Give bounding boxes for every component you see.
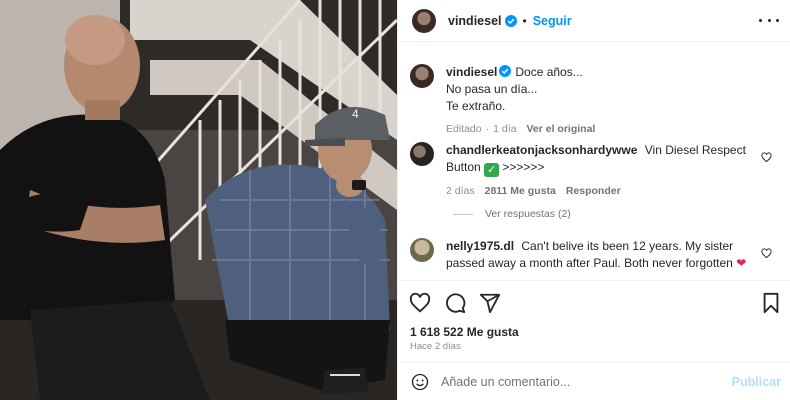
comment-heart-icon[interactable]	[761, 152, 772, 163]
comment-text-suffix: >>>>>>	[502, 160, 545, 174]
bookmark-icon[interactable]	[761, 292, 781, 314]
comment-username[interactable]: nelly1975.dl	[446, 239, 514, 253]
photo-illustration: 4	[0, 0, 397, 400]
likes-count[interactable]: 1 618 522 Me gusta	[410, 325, 519, 339]
post-side-panel: vindiesel • Seguir vindiesel Doce años...…	[397, 0, 790, 400]
verified-badge-icon	[499, 65, 512, 77]
avatar[interactable]	[410, 238, 434, 262]
reply-button[interactable]: Responder	[566, 185, 621, 197]
caption-line-3: Te extraño.	[446, 99, 506, 113]
instagram-post: 4 vindiesel • Seguir vindiesel Doce años…	[0, 0, 790, 400]
share-icon[interactable]	[479, 292, 501, 314]
replies-line	[453, 213, 473, 215]
meta-separator: ·	[485, 123, 490, 135]
emoji-icon[interactable]	[411, 373, 429, 391]
comment-heart-icon[interactable]	[761, 248, 772, 259]
comment-item: chandlerkeatonjacksonhardywwe Vin Diesel…	[410, 142, 780, 197]
comments-list[interactable]: vindiesel Doce años... No pasa un día... …	[398, 42, 790, 280]
post-time[interactable]: Hace 2 días	[410, 341, 461, 352]
more-options-icon[interactable]	[759, 12, 779, 28]
check-mark-icon: ✓	[484, 163, 500, 177]
caption: vindiesel Doce años... No pasa un día... …	[410, 64, 780, 135]
caption-line-2: No pasa un día...	[446, 82, 538, 96]
comment-icon[interactable]	[444, 292, 466, 314]
post-header: vindiesel • Seguir	[398, 0, 790, 42]
view-replies-label[interactable]: Ver respuestas (2)	[485, 208, 571, 220]
comment-input[interactable]	[441, 374, 711, 389]
caption-line-1: Doce años...	[515, 65, 583, 79]
comment-time[interactable]: 2 días	[446, 185, 475, 197]
post-actions: 1 618 522 Me gusta Hace 2 días	[398, 280, 790, 362]
comment-username[interactable]: chandlerkeatonjacksonhardywwe	[446, 143, 637, 157]
caption-time[interactable]: 1 día	[493, 123, 516, 135]
avatar[interactable]	[410, 142, 434, 166]
heart-icon[interactable]	[409, 292, 431, 314]
verified-badge-icon	[504, 14, 517, 27]
follow-button[interactable]: Seguir	[533, 14, 572, 28]
avatar[interactable]	[412, 8, 436, 33]
avatar[interactable]	[410, 64, 434, 88]
see-original-link[interactable]: Ver el original	[526, 123, 595, 135]
svg-text:4: 4	[352, 107, 359, 121]
comment-composer: Publicar	[398, 362, 790, 400]
caption-username[interactable]: vindiesel	[446, 65, 497, 79]
comment-item: nelly1975.dl Can't belive its been 12 ye…	[410, 238, 780, 272]
header-username[interactable]: vindiesel	[448, 14, 502, 28]
comment-likes[interactable]: 2811 Me gusta	[485, 185, 556, 197]
post-photo[interactable]: 4	[0, 0, 397, 400]
edited-label: Editado	[446, 123, 482, 135]
red-heart-icon: ❤	[736, 256, 747, 270]
publish-button[interactable]: Publicar	[732, 375, 781, 389]
view-replies[interactable]: Ver respuestas (2)	[453, 208, 571, 220]
separator-dot: •	[522, 13, 527, 28]
